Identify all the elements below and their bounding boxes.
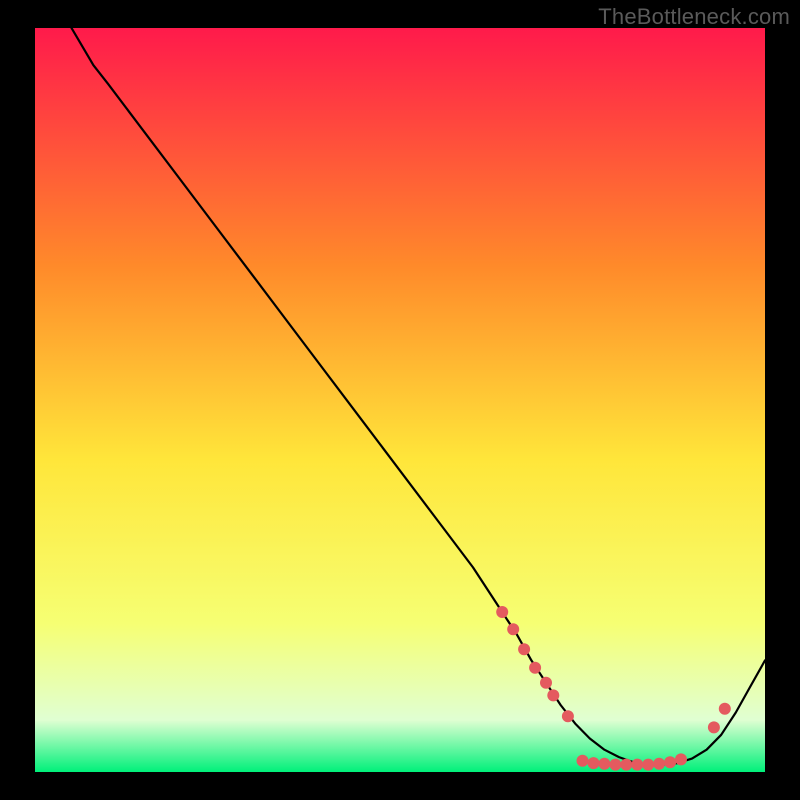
data-marker: [609, 759, 621, 771]
data-marker: [653, 758, 665, 770]
data-marker: [708, 721, 720, 733]
data-marker: [496, 606, 508, 618]
data-marker: [547, 689, 559, 701]
data-marker: [507, 623, 519, 635]
data-marker: [529, 662, 541, 674]
data-marker: [620, 759, 632, 771]
data-marker: [719, 703, 731, 715]
data-marker: [540, 677, 552, 689]
data-marker: [588, 757, 600, 769]
chart-svg: [35, 28, 765, 772]
data-marker: [598, 758, 610, 770]
data-marker: [518, 643, 530, 655]
data-marker: [642, 759, 654, 771]
plot-area: [35, 28, 765, 772]
data-marker: [631, 759, 643, 771]
data-marker: [577, 755, 589, 767]
data-marker: [664, 756, 676, 768]
data-marker: [675, 753, 687, 765]
data-marker: [562, 710, 574, 722]
chart-container: { "watermark": "TheBottleneck.com", "col…: [0, 0, 800, 800]
watermark-text: TheBottleneck.com: [598, 4, 790, 30]
gradient-background: [35, 28, 765, 772]
